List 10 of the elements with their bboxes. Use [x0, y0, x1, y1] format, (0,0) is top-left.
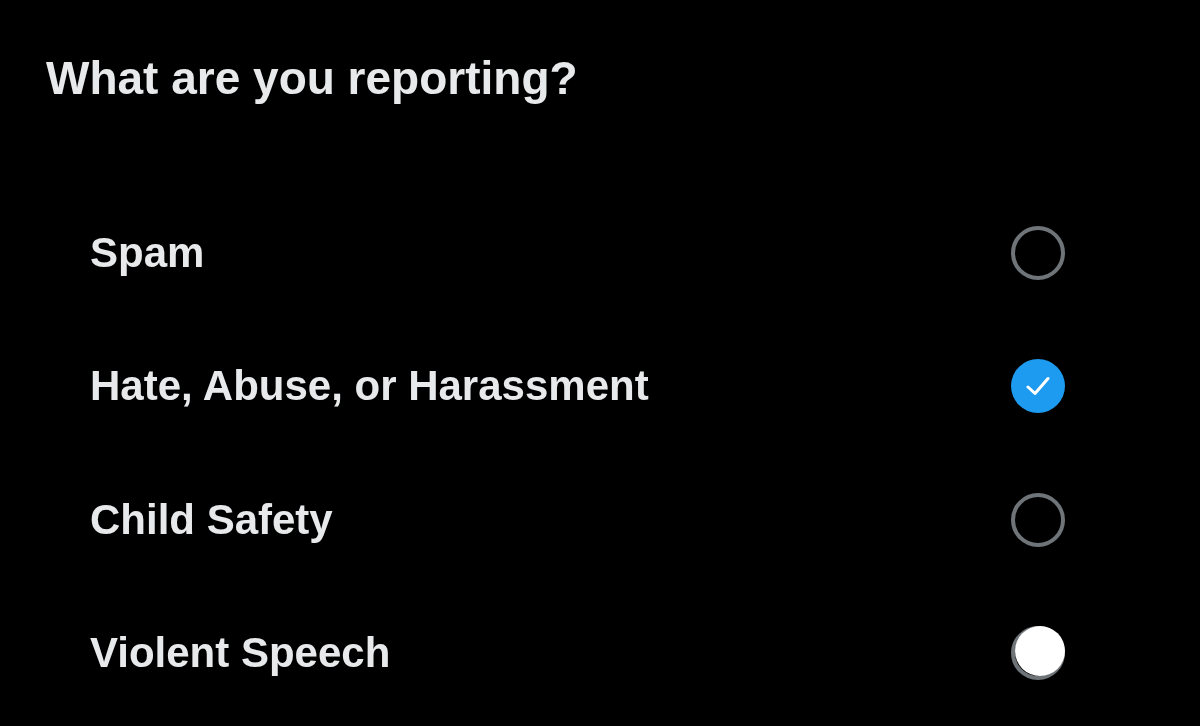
option-label: Spam — [90, 228, 205, 277]
option-label: Child Safety — [90, 495, 333, 544]
option-label: Hate, Abuse, or Harassment — [90, 362, 649, 411]
radio-button[interactable] — [1011, 359, 1065, 414]
radio-button[interactable] — [1011, 492, 1065, 547]
check-icon — [1026, 376, 1050, 397]
dialog-title: What are you reporting? — [46, 51, 578, 105]
radio-button[interactable] — [1011, 626, 1065, 681]
radio-button[interactable] — [1011, 225, 1065, 280]
option-label: Violent Speech — [90, 629, 391, 678]
